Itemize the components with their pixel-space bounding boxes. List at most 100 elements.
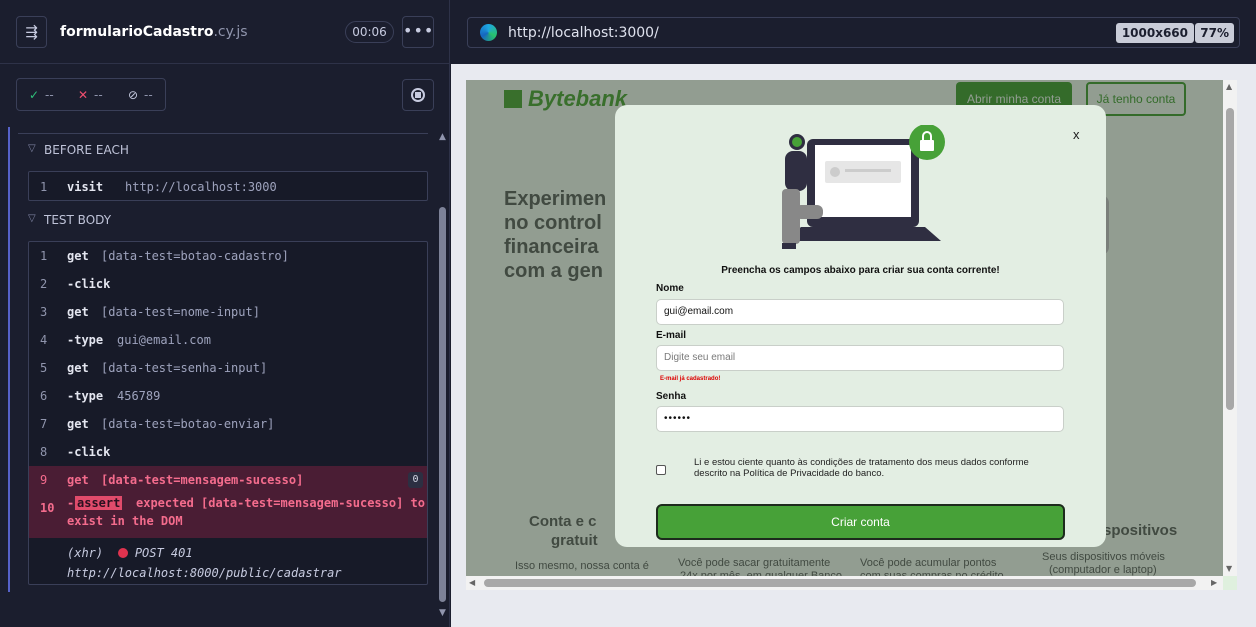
command-message: [data-test=botao-enviar]: [101, 417, 275, 431]
command-message: [data-test=nome-input]: [101, 305, 260, 319]
email-label: E-mail: [656, 330, 687, 341]
close-button[interactable]: x: [1073, 127, 1080, 142]
test-body-label[interactable]: TEST BODY: [44, 213, 111, 227]
ellipsis-icon: •••: [403, 21, 435, 40]
run-timer: 00:06: [345, 21, 394, 43]
terms-checkbox[interactable]: [656, 465, 666, 475]
reporter-scrollbar[interactable]: ▲ ▼: [436, 127, 450, 618]
password-input[interactable]: ••••••: [656, 406, 1064, 432]
vertical-scrollbar[interactable]: ▲ ▼: [1223, 80, 1237, 576]
scroll-right-icon[interactable]: ▶: [1211, 578, 1217, 587]
command-name: -type: [67, 389, 104, 403]
zoom-badge[interactable]: 77%: [1195, 23, 1234, 43]
scroll-up-icon[interactable]: ▲: [1226, 82, 1232, 91]
command-number: 1: [40, 249, 48, 263]
scroll-down-icon[interactable]: ▼: [439, 608, 446, 618]
command-name: get: [67, 417, 89, 431]
url-bar[interactable]: http://localhost:3000/ 1000x660 77%: [467, 17, 1240, 48]
passed-count: --: [45, 88, 54, 102]
signup-modal: x Preencha os campos abaixo para criar s…: [615, 105, 1106, 547]
xhr-url: http://localhost:8000/public/cadastrar: [67, 566, 342, 580]
check-icon: ✓: [29, 88, 40, 102]
password-label: Senha: [656, 391, 687, 402]
command-number: 3: [40, 305, 48, 319]
command-number: 8: [40, 445, 48, 459]
xhr-method-status: POST 401: [134, 546, 193, 560]
command-name: get: [67, 249, 89, 263]
before-each-commands: 1 visit http://localhost:3000: [28, 171, 428, 201]
command-row[interactable]: 5 get [data-test=senha-input]: [29, 354, 427, 382]
horizontal-scrollbar[interactable]: ◀ ▶: [466, 576, 1223, 590]
reporter-panel: ⇶ formularioCadastro.cy.js 00:06 ••• ✓ -…: [0, 0, 450, 627]
laptop-illustration: [782, 125, 945, 249]
command-name: get: [67, 473, 89, 487]
terms-label: Li e estou ciente quanto às condições de…: [694, 457, 1029, 479]
spec-extension: .cy.js: [213, 24, 248, 40]
assert-error-row[interactable]: 10 - assert expected [data-test=mensagem…: [29, 496, 427, 538]
app-under-test: Bytebank Abrir minha conta Já tenho cont…: [466, 80, 1237, 590]
more-options-button[interactable]: •••: [402, 16, 434, 48]
scroll-down-icon[interactable]: ▼: [1226, 564, 1232, 573]
spec-name: formularioCadastro: [60, 24, 214, 40]
command-dash: -: [67, 496, 75, 510]
submit-button[interactable]: Criar conta: [656, 504, 1065, 540]
spec-title: formularioCadastro.cy.js: [60, 24, 248, 40]
before-each-label[interactable]: BEFORE EACH: [44, 143, 129, 157]
command-name: -type: [67, 333, 104, 347]
chevron-down-icon[interactable]: ▽: [28, 143, 36, 154]
command-row[interactable]: 7 get [data-test=botao-enviar]: [29, 410, 427, 438]
command-row[interactable]: 2 -click: [29, 270, 427, 298]
email-input[interactable]: Digite seu email: [656, 345, 1064, 371]
assert-message-line2: exist in the DOM: [67, 514, 183, 528]
email-error-message: E-mail já cadastrado!: [660, 376, 721, 382]
scroll-thumb[interactable]: [1226, 108, 1234, 410]
xhr-label: (xhr): [67, 546, 104, 560]
test-body-commands: 1 get [data-test=botao-cadastro] 2 -clic…: [28, 241, 428, 585]
command-name: -click: [67, 277, 111, 291]
command-row[interactable]: 1 get [data-test=botao-cadastro]: [29, 242, 427, 270]
assert-message-line1: expected [data-test=mensagem-sucesso] to: [136, 496, 425, 510]
command-message: [data-test=senha-input]: [101, 361, 268, 375]
command-name: get: [67, 305, 89, 319]
divider: [18, 133, 428, 134]
command-name: visit: [67, 180, 104, 194]
command-log: ▽ BEFORE EACH 1 visit http://localhost:3…: [8, 127, 429, 592]
xhr-log-row[interactable]: (xhr) POST 401 http://localhost:8000/pub…: [67, 543, 342, 583]
hit-count-badge: 0: [408, 472, 423, 488]
name-label: Nome: [656, 283, 684, 294]
name-input[interactable]: gui@email.com: [656, 299, 1064, 325]
command-message: 456789: [117, 389, 161, 403]
command-number: 6: [40, 389, 48, 403]
toggle-specs-button[interactable]: ⇶: [16, 16, 47, 48]
error-dot-icon: [117, 548, 128, 558]
reporter-header: ⇶ formularioCadastro.cy.js 00:06 •••: [0, 0, 450, 64]
command-row[interactable]: 6 -type 456789: [29, 382, 427, 410]
command-row-failed[interactable]: 9 get [data-test=mensagem-sucesso] 0: [29, 466, 427, 496]
scroll-thumb[interactable]: [484, 579, 1196, 587]
scroll-up-icon[interactable]: ▲: [439, 132, 446, 142]
command-number: 9: [40, 473, 48, 487]
test-stats: ✓ -- ✕ -- ⊘ --: [16, 78, 166, 111]
scroll-left-icon[interactable]: ◀: [469, 578, 475, 587]
assert-badge: assert: [75, 496, 123, 510]
x-icon: ✕: [78, 88, 89, 102]
url-text: http://localhost:3000/: [508, 25, 659, 41]
command-number: 5: [40, 361, 48, 375]
aut-panel: http://localhost:3000/ 1000x660 77% Byte…: [451, 0, 1256, 627]
command-row[interactable]: 8 -click: [29, 438, 427, 466]
url-bar-area: http://localhost:3000/ 1000x660 77%: [451, 0, 1256, 64]
stop-button[interactable]: [402, 79, 434, 111]
viewport-size-badge[interactable]: 1000x660: [1115, 23, 1194, 43]
command-row[interactable]: 4 -type gui@email.com: [29, 326, 427, 354]
command-name: -click: [67, 445, 111, 459]
command-message: gui@email.com: [117, 333, 211, 347]
command-row[interactable]: 3 get [data-test=nome-input]: [29, 298, 427, 326]
browser-icon: [480, 24, 497, 41]
command-number: 7: [40, 417, 48, 431]
command-row[interactable]: 1 visit http://localhost:3000: [29, 173, 427, 201]
chevron-down-icon[interactable]: ▽: [28, 213, 36, 224]
command-message: [data-test=botao-cadastro]: [101, 249, 289, 263]
scroll-thumb[interactable]: [439, 207, 446, 602]
command-number: 10: [40, 501, 55, 515]
pending-icon: ⊘: [128, 88, 139, 102]
